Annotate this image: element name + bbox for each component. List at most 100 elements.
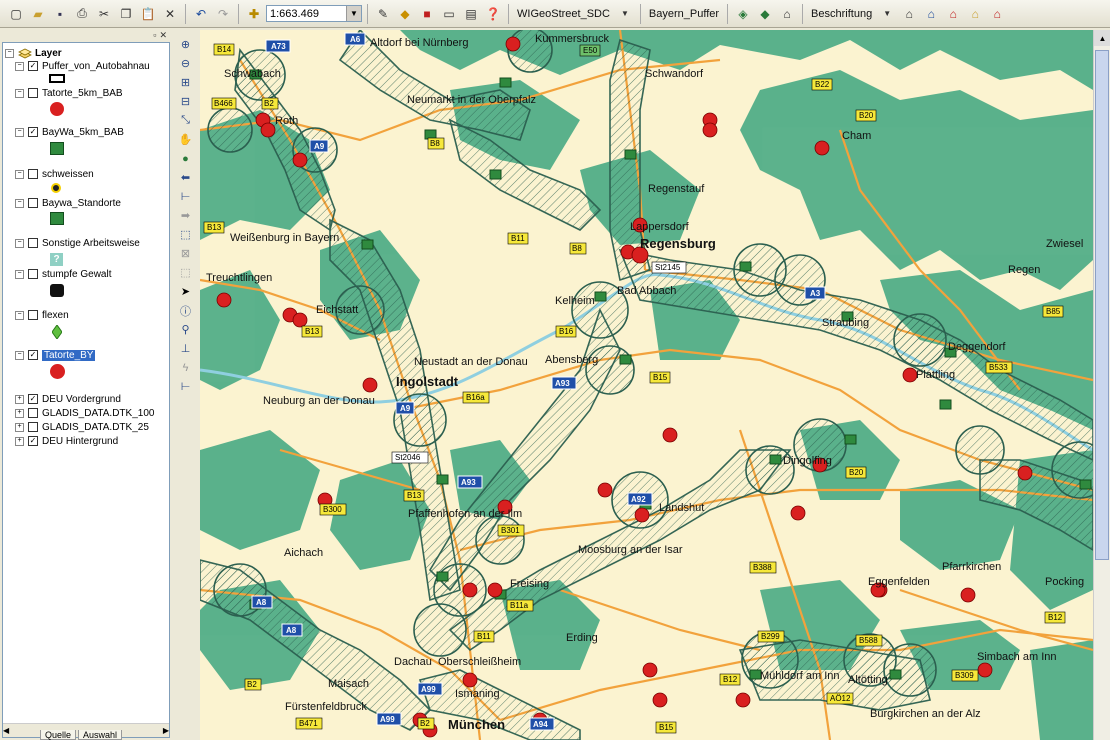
toc-layer-row[interactable]: − schweissen (15, 167, 94, 181)
hyperlink-icon[interactable]: ϟ (177, 359, 195, 376)
toc-root-row[interactable]: − Layer (5, 46, 62, 60)
layer-checkbox[interactable]: ✓ (28, 394, 38, 404)
copy-icon[interactable]: ❐ (116, 4, 136, 24)
toc-group-row[interactable]: + ✓ DEU Hintergrund (15, 434, 118, 448)
arctoolbox-icon[interactable]: ■ (417, 4, 437, 24)
layer-checkbox[interactable] (28, 88, 38, 98)
print-icon[interactable]: ⎙ (72, 4, 92, 24)
map-scale-combobox[interactable]: 1:663.469 ▼ (266, 5, 362, 22)
expand-icon[interactable]: + (15, 436, 24, 446)
label-lock-icon[interactable]: ⌂ (965, 4, 985, 24)
tab-selection[interactable]: Auswahl (78, 730, 123, 740)
expand-icon[interactable]: + (15, 408, 24, 418)
open-folder-icon[interactable]: ▰ (28, 4, 48, 24)
back-arrow-icon[interactable]: ⬅ (177, 169, 195, 186)
chevron-down-icon[interactable]: ▼ (346, 6, 361, 21)
chevron-down-icon[interactable]: ▼ (615, 4, 635, 24)
expand-icon[interactable]: + (15, 422, 24, 432)
pin-icon[interactable]: ▫ (153, 30, 156, 42)
collapse-icon[interactable]: − (15, 238, 24, 248)
label-manager-icon[interactable]: ⌂ (899, 4, 919, 24)
layer-checkbox[interactable] (28, 310, 38, 320)
toc-group-row[interactable]: + GLADIS_DATA.DTK_100 (15, 406, 154, 420)
labeling-menu[interactable]: Beschriftung (808, 8, 875, 20)
select-elements-icon[interactable]: ⬚ (177, 264, 195, 281)
toc-group-row[interactable]: + GLADIS_DATA.DTK_25 (15, 420, 149, 434)
collapse-icon[interactable]: − (15, 269, 24, 279)
map-view[interactable]: A73 A6 A9 A3 A93 A9 A93 A92 A8 A8 A99 A9… (200, 30, 1093, 740)
select-features-icon[interactable]: ⬚ (177, 226, 195, 243)
measure-icon[interactable]: ⊥ (177, 340, 195, 357)
arccatalog-icon[interactable]: ◆ (395, 4, 415, 24)
layer-checkbox[interactable] (28, 169, 38, 179)
scroll-thumb[interactable] (1095, 50, 1109, 560)
layer-checkbox[interactable] (28, 198, 38, 208)
extent-icon[interactable]: ⊢ (177, 188, 195, 205)
full-extent-globe-icon[interactable]: ● (177, 150, 195, 167)
label-priority-icon[interactable]: ⌂ (921, 4, 941, 24)
home-icon[interactable]: ⌂ (777, 4, 797, 24)
python-window-icon[interactable]: ▤ (461, 4, 481, 24)
go-to-xy-icon[interactable]: ⊢ (177, 378, 195, 395)
layer-checkbox[interactable] (28, 408, 38, 418)
clear-selection-icon[interactable]: ⊠ (177, 245, 195, 262)
undo-icon[interactable]: ↶ (191, 4, 211, 24)
pointer-icon[interactable]: ➤ (177, 283, 195, 300)
pan-icon[interactable]: ✋ (177, 131, 195, 148)
zoom-out-fixed-icon[interactable]: ⊟ (177, 93, 195, 110)
find-binoculars-icon[interactable]: ⚲ (177, 321, 195, 338)
expand-icon[interactable]: + (15, 394, 24, 404)
toc-layer-row[interactable]: − ✓ BayWa_5km_BAB (15, 125, 124, 139)
zoom-in-icon[interactable]: ⊕ (177, 36, 195, 53)
toc-layer-row[interactable]: − ✓ Puffer_von_Autobahnau (15, 59, 150, 73)
target-layer-label[interactable]: Bayern_Puffer (646, 8, 722, 20)
label-weight-icon[interactable]: ⌂ (943, 4, 963, 24)
layer-checkbox[interactable] (28, 422, 38, 432)
layer-style-icon[interactable]: ◆ (755, 4, 775, 24)
scroll-up-icon[interactable]: ▲ (1094, 30, 1110, 46)
collapse-icon[interactable]: − (15, 350, 24, 360)
identify-icon[interactable]: ⓘ (177, 302, 195, 319)
forward-arrow-icon[interactable]: ➡ (177, 207, 195, 224)
collapse-icon[interactable]: − (15, 198, 24, 208)
close-icon[interactable]: ✕ (159, 30, 167, 42)
command-line-icon[interactable]: ▭ (439, 4, 459, 24)
redo-icon[interactable]: ↷ (213, 4, 233, 24)
layer-checkbox[interactable] (28, 269, 38, 279)
whats-this-help-icon[interactable]: ❓ (483, 4, 503, 24)
collapse-icon[interactable]: − (15, 169, 24, 179)
save-icon[interactable]: ▪ (50, 4, 70, 24)
layer-checkbox[interactable]: ✓ (28, 61, 38, 71)
collapse-icon[interactable]: − (15, 127, 24, 137)
delete-icon[interactable]: ✕ (160, 4, 180, 24)
map-vertical-scrollbar[interactable]: ▲ (1093, 30, 1110, 740)
fixed-zoom-out-icon[interactable]: ⤡ (177, 112, 195, 129)
collapse-icon[interactable]: − (15, 310, 24, 320)
chevron-down-icon[interactable]: ▼ (877, 4, 897, 24)
globe-green-icon[interactable]: ◈ (733, 4, 753, 24)
add-data-icon[interactable]: ✚ (244, 4, 264, 24)
layer-checkbox[interactable]: ✓ (28, 350, 38, 360)
collapse-icon[interactable]: − (5, 48, 14, 58)
label-clear-icon[interactable]: ⌂ (987, 4, 1007, 24)
collapse-icon[interactable]: − (15, 88, 24, 98)
layer-checkbox[interactable] (28, 238, 38, 248)
editor-toolbar-icon[interactable]: ✎ (373, 4, 393, 24)
layer-checkbox[interactable]: ✓ (28, 127, 38, 137)
toc-layer-row[interactable]: − flexen (15, 308, 69, 322)
layer-checkbox[interactable]: ✓ (28, 436, 38, 446)
toc-layer-row[interactable]: − Baywa_Standorte (15, 196, 121, 210)
zoom-out-icon[interactable]: ⊖ (177, 55, 195, 72)
toc-group-row[interactable]: + ✓ DEU Vordergrund (15, 392, 121, 406)
collapse-icon[interactable]: − (15, 61, 24, 71)
zoom-in-fixed-icon[interactable]: ⊞ (177, 74, 195, 91)
tab-source[interactable]: Quelle (40, 730, 77, 740)
toc-layer-row[interactable]: − ✓ Tatorte_BY (15, 348, 96, 362)
paste-icon[interactable]: 📋 (138, 4, 158, 24)
toc-layer-row[interactable]: − Sonstige Arbeitsweise (15, 236, 140, 250)
toc-layer-row[interactable]: − Tatorte_5km_BAB (15, 86, 123, 100)
layer-dropdown[interactable]: WIGeoStreet_SDC (514, 8, 613, 20)
cut-icon[interactable]: ✂ (94, 4, 114, 24)
new-document-icon[interactable]: ▢ (6, 4, 26, 24)
toc-layer-row[interactable]: − stumpfe Gewalt (15, 267, 111, 281)
